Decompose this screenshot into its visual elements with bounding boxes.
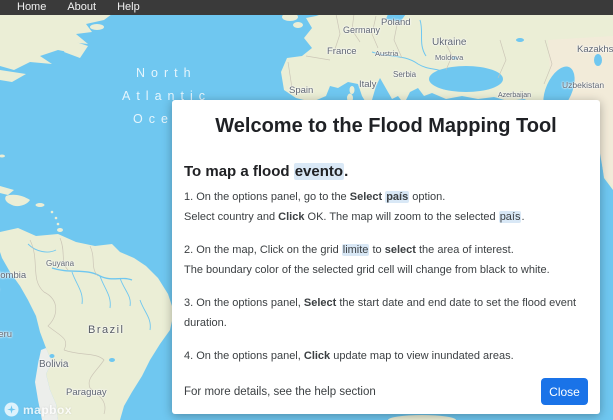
text-segment: Click	[304, 350, 330, 362]
map-label-colombia: Colombia	[0, 270, 26, 281]
map-label-moldova: Moldova	[435, 53, 463, 62]
black-sea	[429, 66, 503, 92]
text-segment: Select country and	[184, 211, 278, 223]
text-segment: To map a flood	[184, 163, 294, 180]
text-segment: to	[369, 244, 384, 256]
nav-item-home[interactable]: Home	[17, 0, 46, 15]
text-segment: .	[521, 211, 524, 223]
map-label-kazakhstan: Kazakhstan	[577, 44, 613, 55]
text-segment: país	[385, 191, 409, 203]
dialog-subtitle: To map a flood evento.	[184, 163, 588, 180]
map-label-peru: Peru	[0, 329, 12, 340]
map-label-guyana: Guyana	[46, 259, 74, 268]
text-segment: the area of interest.	[416, 244, 514, 256]
mapbox-icon	[4, 402, 19, 417]
help-hint-text: For more details, see the help section	[184, 386, 376, 398]
instruction-step-1: 1. On the options panel, go to the Selec…	[184, 187, 588, 227]
text-segment: .	[344, 163, 348, 180]
map-label-serbia: Serbia	[393, 70, 416, 79]
map-label-brazil: Brazil	[88, 324, 125, 336]
close-button[interactable]: Close	[541, 378, 588, 405]
map-label-uzbekistan: Uzbekistan	[562, 80, 604, 90]
instruction-step-3: 3. On the options panel, Select the star…	[184, 293, 588, 333]
welcome-dialog: Welcome to the Flood Mapping Tool To map…	[172, 100, 600, 414]
map-label-germany: Germany	[343, 25, 380, 35]
nav-item-about[interactable]: About	[67, 0, 96, 15]
nav-item-help[interactable]: Help	[117, 0, 140, 15]
text-segment: select	[385, 244, 416, 256]
map-label-bolivia: Bolivia	[39, 359, 68, 370]
map-label-austria: Austria	[375, 49, 398, 58]
text-segment: The boundary color of the selected grid …	[184, 264, 550, 276]
text-segment: evento	[294, 163, 344, 180]
text-segment: 1. On the options panel, go to the	[184, 191, 350, 203]
text-segment: option.	[409, 191, 445, 203]
map-label-ukraine: Ukraine	[432, 37, 466, 48]
map-label-poland: Poland	[381, 17, 411, 28]
text-segment: país	[499, 211, 522, 223]
text-segment: 3. On the options panel,	[184, 297, 304, 309]
text-segment: Select	[304, 297, 336, 309]
instruction-step-2: 2. On the map, Click on the grid limite …	[184, 240, 588, 280]
map-label-north: North	[136, 66, 197, 80]
text-segment: OK. The map will zoom to the selected	[304, 211, 498, 223]
app-window: NorthAtlanticOceanPolandGermanyUkraineFr…	[0, 0, 613, 420]
map-label-france: France	[327, 46, 357, 57]
text-segment: update map to view inundated areas.	[330, 350, 513, 362]
text-segment: 4. On the options panel,	[184, 350, 304, 362]
map-label-italy: Italy	[359, 79, 376, 90]
text-segment: Select	[350, 191, 385, 203]
text-segment: 2. On the map, Click on the grid	[184, 244, 342, 256]
map-label-azerbaijan: Azerbaijan	[498, 92, 531, 99]
text-segment: limite	[342, 244, 370, 256]
instruction-step-4: 4. On the options panel, Click update ma…	[184, 346, 588, 366]
map-label-paraguay: Paraguay	[66, 387, 107, 398]
mapbox-wordmark: mapbox	[23, 403, 72, 417]
text-segment: Click	[278, 211, 304, 223]
mapbox-logo[interactable]: mapbox	[4, 402, 72, 417]
map-label-spain: Spain	[289, 85, 313, 96]
top-navbar: Home About Help	[0, 0, 613, 15]
dialog-title: Welcome to the Flood Mapping Tool	[184, 115, 588, 138]
dialog-footer: For more details, see the help section C…	[184, 378, 588, 405]
